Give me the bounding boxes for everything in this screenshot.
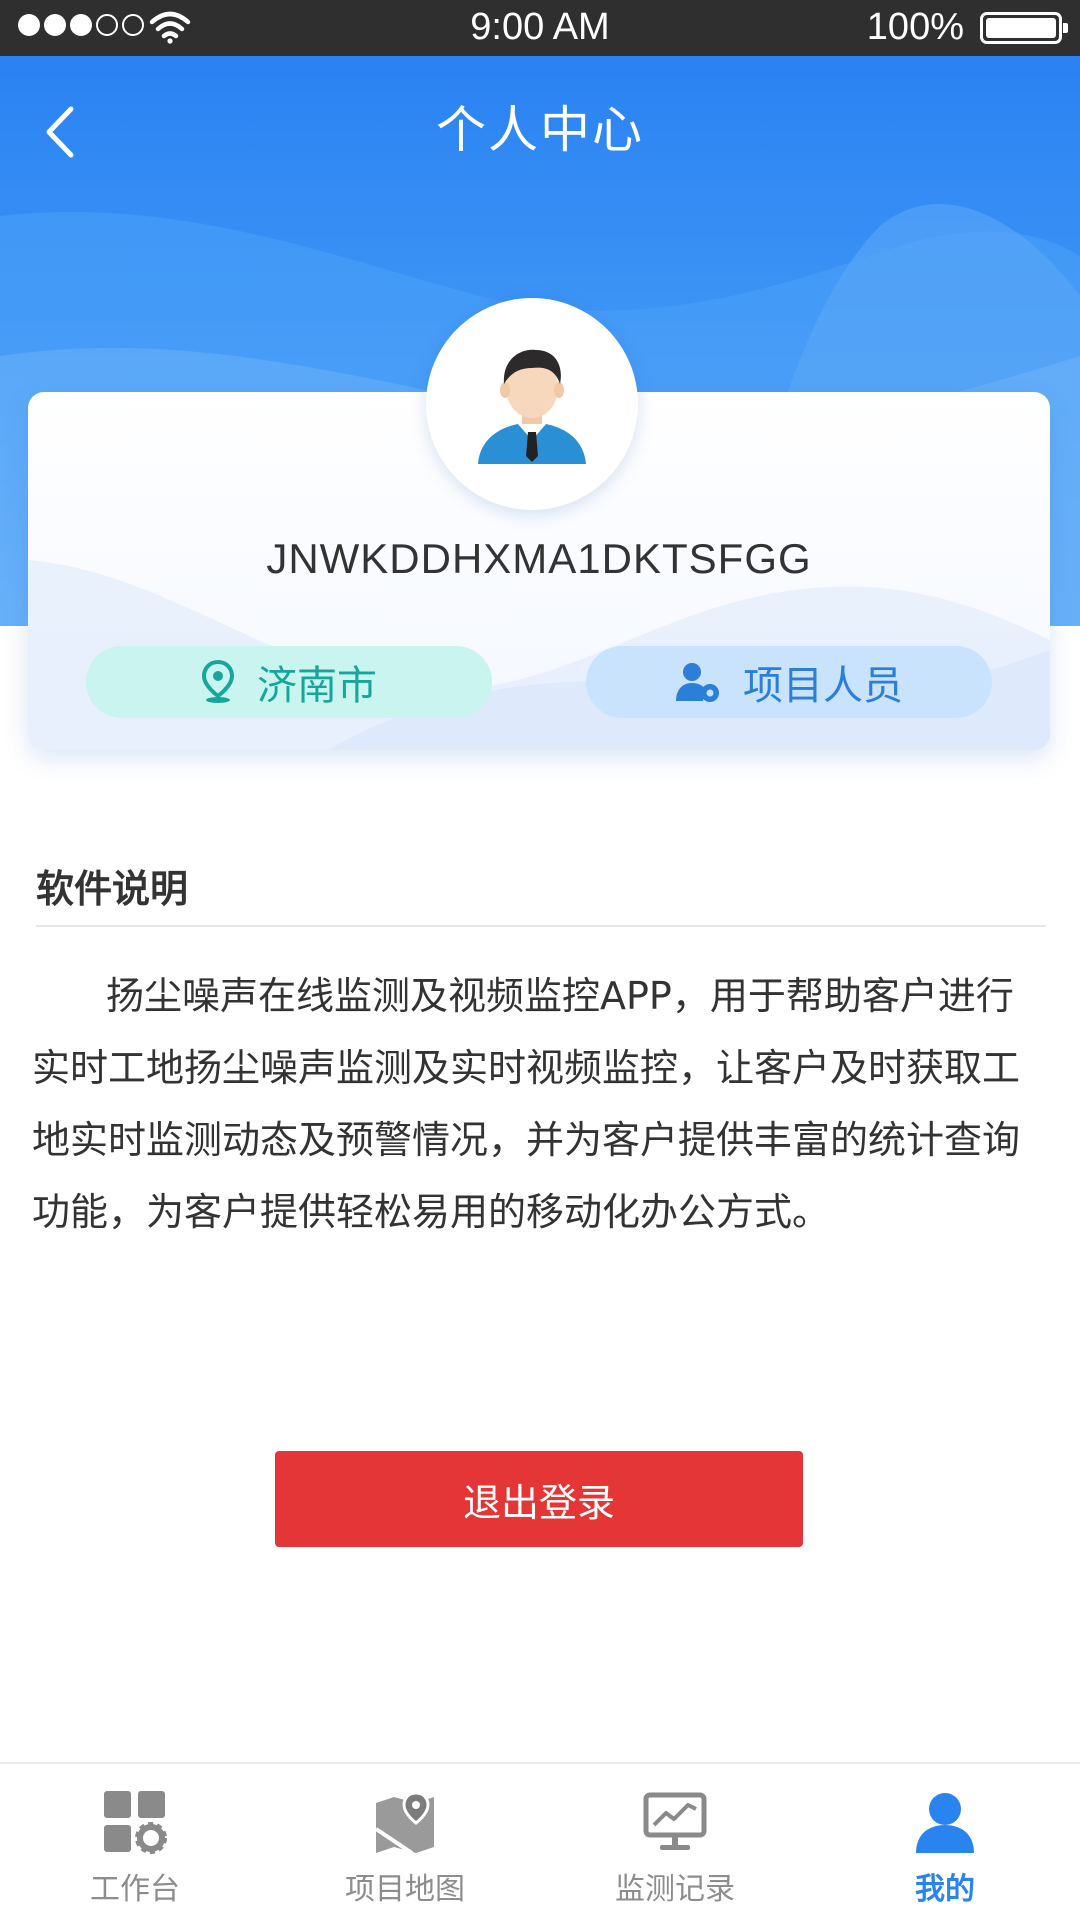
user-avatar-icon bbox=[478, 349, 586, 464]
tab-monitoring-records[interactable]: 监测记录 bbox=[540, 1764, 810, 1922]
location-pin-icon bbox=[201, 660, 235, 703]
battery-percentage: 100% bbox=[866, 6, 964, 48]
bottom-tab-bar: 工作台 项目地图 监测记录 我的 bbox=[0, 1762, 1080, 1922]
tab-label: 项目地图 bbox=[345, 1872, 465, 1907]
monitor-chart-icon bbox=[643, 1792, 707, 1850]
city-tag[interactable]: 济南市 bbox=[86, 646, 492, 718]
status-bar: 9:00 AM 100% bbox=[0, 0, 1080, 56]
section-divider bbox=[36, 925, 1046, 927]
dashboard-grid-icon bbox=[104, 1791, 167, 1854]
user-profile-icon bbox=[916, 1793, 974, 1853]
role-label: 项目人员 bbox=[743, 663, 903, 709]
avatar[interactable] bbox=[426, 298, 638, 510]
tab-project-map[interactable]: 项目地图 bbox=[270, 1764, 540, 1922]
tab-mine[interactable]: 我的 bbox=[810, 1764, 1080, 1922]
software-description: 扬尘噪声在线监测及视频监控APP，用于帮助客户进行实时工地扬尘噪声监测及实时视频… bbox=[32, 974, 1021, 1234]
tab-label: 我的 bbox=[915, 1872, 975, 1907]
city-label: 济南市 bbox=[257, 663, 377, 709]
tab-workbench[interactable]: 工作台 bbox=[0, 1764, 270, 1922]
tab-label: 工作台 bbox=[90, 1872, 180, 1907]
tab-label: 监测记录 bbox=[615, 1872, 735, 1907]
role-tag[interactable]: 项目人员 bbox=[586, 646, 992, 718]
battery-icon bbox=[980, 12, 1068, 44]
user-gear-icon bbox=[676, 663, 719, 702]
map-pin-icon bbox=[374, 1791, 434, 1855]
section-title: 软件说明 bbox=[36, 867, 189, 911]
logout-button[interactable]: 退出登录 bbox=[275, 1451, 803, 1547]
username: JNWKDDHXMA1DKTSFGG bbox=[266, 535, 812, 582]
page-title: 个人中心 bbox=[436, 101, 644, 159]
